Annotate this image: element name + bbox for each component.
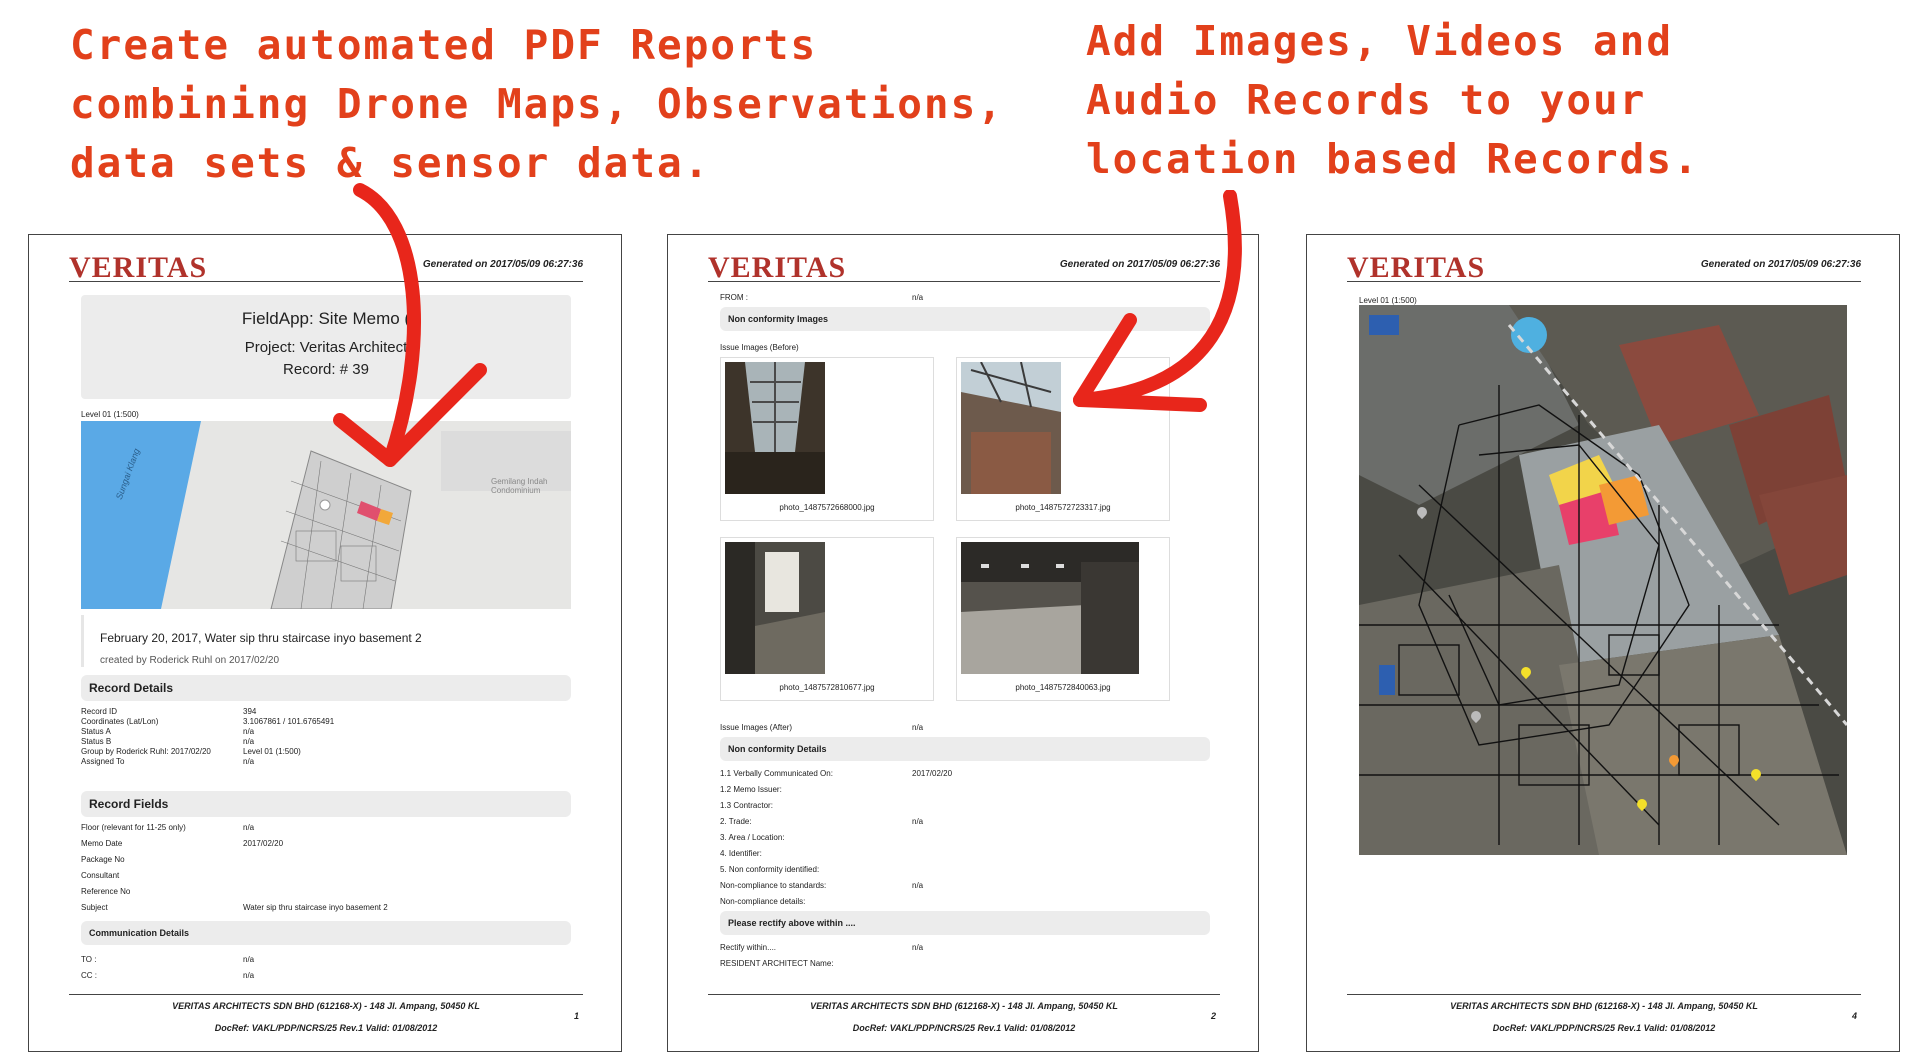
page-number: 4	[1851, 1011, 1857, 1021]
field-label: Record ID	[81, 707, 118, 716]
callout-left-line-1: Create automated PDF Reports	[70, 21, 818, 69]
page-footer: VERITAS ARCHITECTS SDN BHD (612168-X) - …	[708, 994, 1220, 1043]
field-value: 2017/02/20	[243, 839, 284, 848]
field-label: Reference No	[81, 887, 131, 896]
field-label: 4. Identifier:	[720, 849, 762, 858]
drone-map-graphic	[1359, 305, 1847, 855]
field-label: Floor (relevant for 11-25 only)	[81, 823, 186, 832]
field-label: Status A	[81, 727, 111, 736]
footer-company: VERITAS ARCHITECTS SDN BHD (612168-X) - …	[810, 1001, 1118, 1011]
page-number: 1	[573, 1011, 579, 1021]
footer-company: VERITAS ARCHITECTS SDN BHD (612168-X) - …	[1450, 1001, 1758, 1011]
footer-company: VERITAS ARCHITECTS SDN BHD (612168-X) - …	[172, 1001, 480, 1011]
callout-left: Create automated PDF Reports combining D…	[70, 16, 1004, 193]
photo-caption: photo_1487572840063.jpg	[1015, 683, 1111, 692]
page-number: 2	[1210, 1011, 1216, 1021]
report-page-3: VERITAS Generated on 2017/05/09 06:27:36…	[1306, 234, 1900, 1052]
field-value: n/a	[912, 881, 924, 890]
field-label: 1.2 Memo Issuer:	[720, 785, 782, 794]
photo-caption: photo_1487572810677.jpg	[779, 683, 875, 692]
after-images-label: Issue Images (After)	[720, 723, 793, 732]
field-label: 2. Trade:	[720, 817, 752, 826]
nc-details-heading: Non conformity Details	[720, 737, 1210, 761]
field-label: Assigned To	[81, 757, 125, 766]
field-value: n/a	[912, 817, 924, 826]
photo-thumbnail	[961, 362, 1061, 494]
footer-docref: DocRef: VAKL/PDP/NCRS/25 Rev.1 Valid: 01…	[852, 1023, 1076, 1033]
field-value: n/a	[243, 971, 255, 980]
callout-left-line-2: combining Drone Maps, Observations,	[70, 80, 1004, 128]
record-details-heading: Record Details	[81, 675, 571, 701]
generated-timestamp: Generated on 2017/05/09 06:27:36	[1700, 259, 1861, 270]
field-label: 1.1 Verbally Communicated On:	[720, 769, 833, 778]
arrow-left-icon	[333, 183, 487, 467]
field-label: 3. Area / Location:	[720, 833, 785, 842]
footer-docref: DocRef: VAKL/PDP/NCRS/25 Rev.1 Valid: 01…	[214, 1023, 438, 1033]
field-value: Level 01 (1:500)	[243, 747, 301, 756]
memo-created: created by Roderick Ruhl on 2017/02/20	[100, 655, 280, 666]
field-label: Group by Roderick Ruhl: 2017/02/20	[81, 747, 211, 756]
field-label: Non-compliance to standards:	[720, 881, 827, 890]
field-value: n/a	[243, 757, 255, 766]
callout-right-line-3: location based Records.	[1086, 135, 1700, 183]
field-label: Memo Date	[81, 839, 123, 848]
veritas-logo: VERITAS	[1347, 251, 1486, 284]
record-fields-heading: Record Fields	[81, 791, 571, 817]
callout-right-line-1: Add Images, Videos and	[1086, 17, 1674, 65]
field-value: 394	[243, 707, 257, 716]
communication-heading: Communication Details	[81, 921, 571, 945]
veritas-logo: VERITAS	[69, 251, 208, 284]
callout-right: Add Images, Videos and Audio Records to …	[1086, 12, 1700, 189]
field-label: TO :	[81, 955, 97, 964]
field-label: CC :	[81, 971, 97, 980]
callout-right-line-2: Audio Records to your	[1086, 76, 1647, 124]
field-value: 2017/02/20	[912, 769, 953, 778]
field-value: n/a	[912, 943, 924, 952]
field-value: n/a	[243, 737, 255, 746]
field-label: Consultant	[81, 871, 120, 880]
after-images-value: n/a	[912, 723, 924, 732]
photo-caption: photo_1487572723317.jpg	[1015, 503, 1111, 512]
rectify-heading: Please rectify above within ....	[720, 911, 1210, 935]
field-label: Coordinates (Lat/Lon)	[81, 717, 159, 726]
map-label: Level 01 (1:500)	[81, 410, 139, 419]
field-value: n/a	[243, 823, 255, 832]
field-label: 1.3 Contractor:	[720, 801, 773, 810]
from-value: n/a	[912, 293, 924, 302]
field-value: n/a	[243, 727, 255, 736]
footer-docref: DocRef: VAKL/PDP/NCRS/25 Rev.1 Valid: 01…	[1492, 1023, 1716, 1033]
page-header: VERITAS Generated on 2017/05/09 06:27:36	[1347, 251, 1861, 284]
page-footer: VERITAS ARCHITECTS SDN BHD (612168-X) - …	[69, 994, 583, 1043]
field-value: 3.1067861 / 101.6765491	[243, 717, 335, 726]
field-value: n/a	[243, 955, 255, 964]
field-label: Non-compliance details:	[720, 897, 806, 906]
field-value: Water sip thru staircase inyo basement 2	[243, 903, 388, 912]
field-label: Package No	[81, 855, 125, 864]
field-label: 5. Non conformity identified:	[720, 865, 820, 874]
arrow-right-icon	[1073, 190, 1242, 412]
photo-card[interactable]: photo_1487572840063.jpg	[956, 537, 1170, 701]
photo-thumbnail	[961, 542, 1139, 674]
drone-map	[1359, 305, 1847, 855]
field-label: Subject	[81, 903, 108, 912]
field-label: Status B	[81, 737, 112, 746]
field-label: Rectify within....	[720, 943, 777, 952]
page-footer: VERITAS ARCHITECTS SDN BHD (612168-X) - …	[1347, 994, 1861, 1043]
field-label: RESIDENT ARCHITECT Name:	[720, 959, 834, 968]
